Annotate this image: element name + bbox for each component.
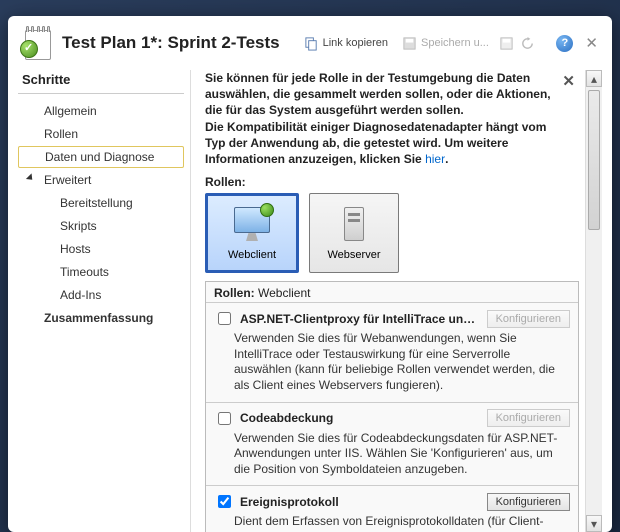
copy-link-button[interactable]: Link kopieren <box>300 34 392 53</box>
roles-section: Rollen: Webclient ASP.NET-Clientproxy fü… <box>205 281 579 532</box>
configure-button[interactable]: Konfigurieren <box>487 310 570 328</box>
sidebar-item-bereitstellung[interactable]: Bereitstellung <box>18 192 184 214</box>
server-icon <box>334 205 374 245</box>
roles-label: Rollen: <box>205 175 579 189</box>
pane-close-icon[interactable]: ✕ <box>562 72 575 90</box>
role-option-codeabdeckung: Codeabdeckung Konfigurieren Verwenden Si… <box>206 402 578 486</box>
role-tile-webclient[interactable]: Webclient <box>205 193 299 273</box>
role-option-ereignisprotokoll: Ereignisprotokoll Konfigurieren Dient de… <box>206 485 578 532</box>
role-option-aspnet-proxy: ASP.NET-Clientproxy für IntelliTrace und… <box>206 302 578 401</box>
copy-link-icon <box>304 36 319 51</box>
sidebar-item-erweitert[interactable]: Erweitert <box>18 169 184 191</box>
sidebar-heading: Schritte <box>18 70 184 94</box>
role-tile-label: Webclient <box>228 249 276 261</box>
test-plan-icon <box>22 26 52 60</box>
dialog-window: Test Plan 1*: Sprint 2-Tests Link kopier… <box>8 16 612 532</box>
sidebar-item-allgemein[interactable]: Allgemein <box>18 100 184 122</box>
sidebar-item-zusammenfassung[interactable]: Zusammenfassung <box>18 307 184 329</box>
sidebar-item-label: Erweitert <box>44 173 91 187</box>
help-icon[interactable]: ? <box>556 35 573 52</box>
copy-link-label: Link kopieren <box>323 37 388 49</box>
sidebar-item-daten-und-diagnose[interactable]: Daten und Diagnose <box>18 146 184 168</box>
roles-section-title: Rollen: Webclient <box>206 282 578 302</box>
intro-text: Sie können für jede Rolle in der Testumg… <box>205 70 579 167</box>
save-label: Speichern u... <box>421 37 489 49</box>
option-desc: Verwenden Sie dies für Webanwendungen, w… <box>234 331 566 393</box>
option-desc: Verwenden Sie dies für Codeabdeckungsdat… <box>234 431 566 478</box>
option-title: ASP.NET-Clientproxy für IntelliTrace und… <box>240 312 481 326</box>
sidebar-item-rollen[interactable]: Rollen <box>18 123 184 145</box>
sidebar-item-add-ins[interactable]: Add-Ins <box>18 284 184 306</box>
sidebar-item-timeouts[interactable]: Timeouts <box>18 261 184 283</box>
role-tiles: Webclient Webserver <box>205 193 579 273</box>
sidebar: Schritte Allgemein Rollen Daten und Diag… <box>18 70 190 532</box>
save-icon <box>402 36 417 51</box>
save-icon-button[interactable] <box>499 36 514 51</box>
content: ✕ Sie können für jede Rolle in der Testu… <box>191 70 602 532</box>
intro2b: . <box>445 152 448 166</box>
scrollbar[interactable]: ▴ ▾ <box>585 70 602 532</box>
option-desc: Dient dem Erfassen von Ereignisprotokoll… <box>234 514 566 532</box>
toolbar: Link kopieren Speichern u... <box>300 34 547 53</box>
window-title: Test Plan 1*: Sprint 2-Tests <box>62 33 280 53</box>
sidebar-item-skripts[interactable]: Skripts <box>18 215 184 237</box>
checkbox-aspnet-proxy[interactable] <box>218 312 231 325</box>
body: Schritte Allgemein Rollen Daten und Diag… <box>8 70 612 532</box>
save-button[interactable]: Speichern u... <box>398 34 493 53</box>
close-icon[interactable]: ✕ <box>585 34 598 52</box>
role-tile-webserver[interactable]: Webserver <box>309 193 399 273</box>
refresh-icon-button[interactable] <box>520 36 535 51</box>
monitor-icon <box>232 205 272 245</box>
titlebar-right: ? ✕ <box>556 34 598 52</box>
intro-bold: Sie können für jede Rolle in der Testumg… <box>205 71 551 117</box>
scroll-up-icon[interactable]: ▴ <box>586 70 602 87</box>
chevron-down-icon[interactable] <box>26 173 35 182</box>
configure-button[interactable]: Konfigurieren <box>487 493 570 511</box>
scroll-down-icon[interactable]: ▾ <box>586 515 602 532</box>
checkbox-codeabdeckung[interactable] <box>218 412 231 425</box>
option-title: Ereignisprotokoll <box>240 495 481 509</box>
checkbox-ereignisprotokoll[interactable] <box>218 495 231 508</box>
selected-role-value: Webclient <box>258 286 310 300</box>
sidebar-item-hosts[interactable]: Hosts <box>18 238 184 260</box>
configure-button[interactable]: Konfigurieren <box>487 409 570 427</box>
intro-link[interactable]: hier <box>425 152 445 166</box>
selected-role-label: Rollen: <box>214 286 255 300</box>
option-title: Codeabdeckung <box>240 411 481 425</box>
titlebar: Test Plan 1*: Sprint 2-Tests Link kopier… <box>8 16 612 70</box>
content-inner: ✕ Sie können für jede Rolle in der Testu… <box>191 70 585 532</box>
role-tile-label: Webserver <box>328 249 381 261</box>
intro2a: Die Kompatibilität einiger Diagnosedaten… <box>205 120 546 166</box>
scroll-thumb[interactable] <box>588 90 600 230</box>
